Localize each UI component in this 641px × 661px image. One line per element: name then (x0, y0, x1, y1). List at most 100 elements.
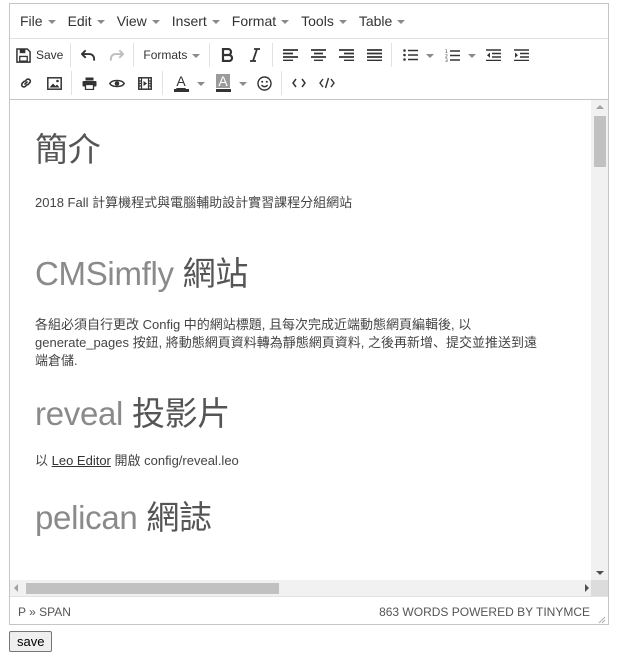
editor-body[interactable]: 簡介 2018 Fall 計算機程式與電腦輔助設計實習課程分組網站 CMSimf… (10, 100, 593, 580)
bullet-list-icon (403, 49, 418, 61)
source-code-button[interactable] (313, 70, 341, 96)
text-color-letter: A (176, 73, 186, 89)
link-button[interactable] (12, 70, 40, 96)
scroll-up-arrow-icon[interactable] (596, 105, 604, 109)
menu-format[interactable]: Format (226, 7, 295, 35)
italic-button[interactable] (241, 42, 269, 68)
outdent-icon (485, 49, 501, 61)
toolbar-separator (281, 71, 282, 95)
horizontal-scrollbar[interactable] (10, 580, 593, 596)
chevron-down-icon (426, 53, 435, 58)
align-center-button[interactable] (304, 42, 332, 68)
chevron-down-icon (192, 53, 201, 58)
emoticons-button[interactable] (250, 70, 278, 96)
chevron-down-icon (397, 19, 406, 24)
bullet-list-dropdown[interactable] (423, 42, 437, 68)
numbered-list-dropdown[interactable] (465, 42, 479, 68)
bullet-list-button[interactable] (395, 42, 423, 68)
align-left-icon (282, 49, 298, 61)
paragraph-reveal-pre: 以 (35, 453, 52, 468)
menu-insert-label: Insert (171, 13, 207, 29)
menu-view[interactable]: View (111, 7, 166, 35)
svg-text:3: 3 (445, 58, 448, 62)
leo-editor-link[interactable]: Leo Editor (52, 453, 111, 468)
menu-view-label: View (116, 13, 147, 29)
menu-format-label: Format (231, 13, 277, 29)
paragraph-intro: 2018 Fall 計算機程式與電腦輔助設計實習課程分組網站 (35, 195, 353, 210)
chevron-down-icon (96, 19, 105, 24)
heading-intro: 簡介 (35, 131, 101, 168)
floppy-disk-icon (16, 47, 31, 63)
scroll-left-arrow-icon[interactable] (14, 584, 18, 592)
menu-file-label: File (20, 13, 43, 29)
align-justify-button[interactable] (360, 42, 388, 68)
toolbar-row-2: A A (12, 69, 606, 97)
film-icon (138, 76, 152, 90)
heading-reveal: reveal 投影片 (35, 392, 568, 436)
bold-button[interactable] (213, 42, 241, 68)
undo-icon (80, 49, 95, 61)
text-color-dropdown[interactable] (194, 70, 208, 96)
print-button[interactable] (75, 70, 103, 96)
redo-icon (109, 49, 124, 61)
toolbar-separator (391, 43, 393, 67)
toolbar-separator (71, 71, 72, 95)
code-sample-button[interactable] (285, 70, 313, 96)
menu-edit[interactable]: Edit (62, 7, 111, 35)
media-button[interactable] (131, 70, 159, 96)
preview-button[interactable] (103, 70, 131, 96)
heading-cmsimfly: CMSimfly 網站 (35, 252, 568, 296)
menu-table-label: Table (358, 13, 393, 29)
outdent-button[interactable] (479, 42, 507, 68)
align-left-button[interactable] (276, 42, 304, 68)
menu-table[interactable]: Table (353, 7, 411, 35)
vertical-scroll-thumb[interactable] (594, 116, 606, 167)
statusbar: P » SPAN 863 WORDS POWERED BY TINYMCE (10, 597, 608, 626)
text-color-icon: A (173, 73, 189, 92)
menubar: File Edit View Insert Format Tools Table (10, 4, 608, 39)
menu-tools[interactable]: Tools (295, 7, 353, 35)
paragraph-reveal: 以 Leo Editor 開啟 config/reveal.leo (35, 452, 568, 470)
toolbar-row-1: Save Formats 1 2 3 (12, 41, 606, 69)
align-right-button[interactable] (332, 42, 360, 68)
vertical-scrollbar[interactable] (591, 100, 608, 580)
form-save-button[interactable]: save (9, 631, 53, 652)
menu-file[interactable]: File (14, 7, 62, 35)
indent-button[interactable] (507, 42, 535, 68)
text-color-button[interactable]: A (166, 70, 194, 96)
rich-text-editor: File Edit View Insert Format Tools Table… (9, 3, 609, 625)
paragraph-reveal-post: 開啟 config/reveal.leo (110, 453, 239, 468)
toolbar: Save Formats 1 2 3 A A (10, 39, 608, 100)
heading-pelican: pelican 網誌 (35, 496, 568, 540)
image-button[interactable] (40, 70, 68, 96)
scroll-right-arrow-icon[interactable] (585, 584, 589, 592)
bg-color-button[interactable]: A (208, 70, 236, 96)
menu-insert[interactable]: Insert (166, 7, 226, 35)
undo-button[interactable] (74, 42, 102, 68)
toolbar-separator (209, 43, 211, 67)
scroll-down-arrow-icon[interactable] (596, 571, 604, 575)
chevron-down-icon (468, 53, 477, 58)
resize-handle-icon[interactable] (596, 614, 606, 624)
bg-color-dropdown[interactable] (236, 70, 250, 96)
bg-color-swatch (215, 89, 231, 92)
formats-dropdown[interactable]: Formats (137, 42, 206, 68)
align-justify-icon (366, 49, 382, 61)
save-button-label: Save (36, 48, 64, 62)
numbered-list-button[interactable]: 123 (437, 42, 465, 68)
text-color-swatch (173, 89, 189, 92)
heading-cmsimfly-latin: CMSimfly (35, 255, 174, 292)
save-button[interactable]: Save (12, 42, 67, 68)
paragraph-cmsimfly-line-3: 端倉儲. (35, 353, 78, 368)
source-code-icon (319, 77, 335, 89)
element-path[interactable]: P » SPAN (18, 605, 71, 619)
editor-content-area[interactable]: 簡介 2018 Fall 計算機程式與電腦輔助設計實習課程分組網站 CMSimf… (10, 100, 608, 597)
redo-button[interactable] (102, 42, 130, 68)
toolbar-separator (70, 43, 72, 67)
chevron-down-icon (47, 19, 56, 24)
print-icon (82, 77, 96, 90)
horizontal-scroll-thumb[interactable] (26, 583, 279, 594)
menu-edit-label: Edit (67, 13, 92, 29)
heading-reveal-latin: reveal (35, 395, 124, 432)
toolbar-separator (162, 71, 163, 95)
